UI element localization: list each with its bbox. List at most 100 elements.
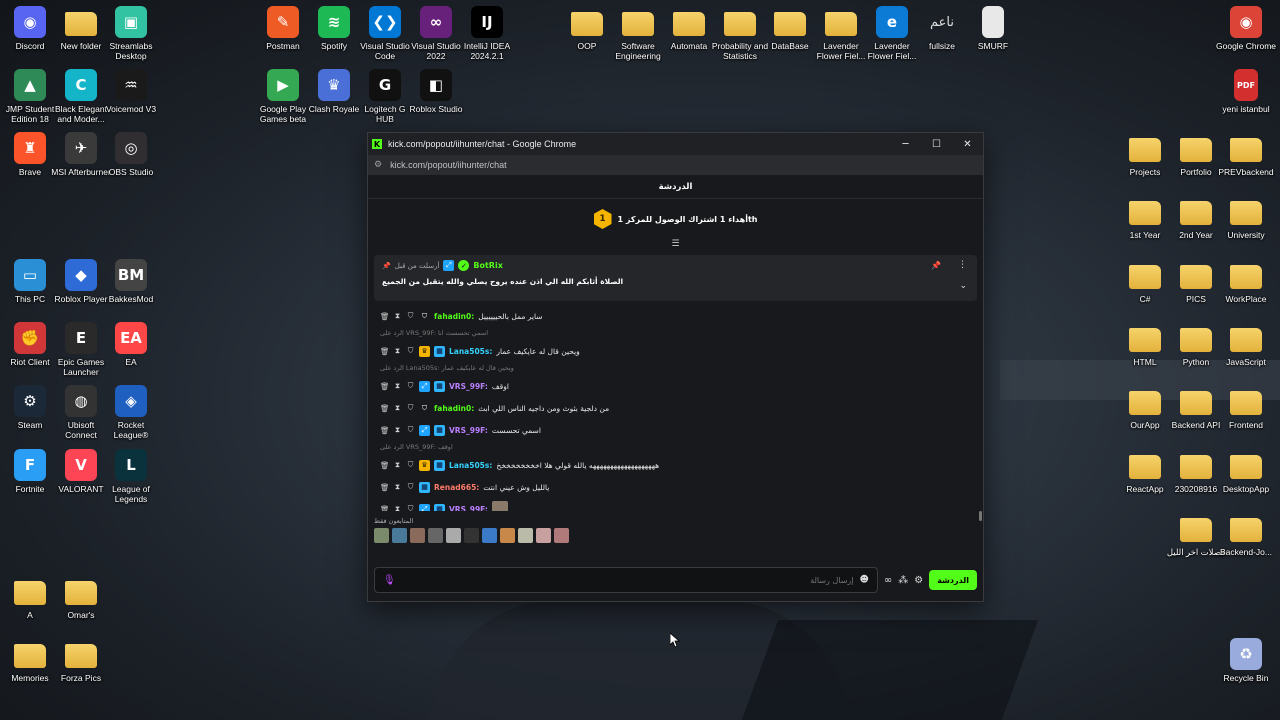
chat-username[interactable]: Lana505s: bbox=[449, 347, 492, 356]
desktop-icon[interactable]: BM BakkesMod bbox=[101, 259, 161, 304]
viewer-avatar[interactable] bbox=[428, 528, 443, 543]
users-icon[interactable]: ⁂ bbox=[898, 575, 908, 586]
desktop-icon[interactable]: University bbox=[1216, 195, 1276, 240]
viewer-avatar[interactable] bbox=[464, 528, 479, 543]
desktop-icon[interactable]: WorkPlace bbox=[1216, 259, 1276, 304]
more-options-icon[interactable]: ⋮ bbox=[958, 260, 967, 270]
ban-shield-icon[interactable]: ⛉ bbox=[406, 504, 415, 511]
chat-message[interactable]: 🗑 ⧗ ⛉ ▦ Renad665: يالليل وش عيني انتت bbox=[380, 476, 983, 498]
delete-icon[interactable]: 🗑 bbox=[380, 347, 390, 356]
desktop-icon[interactable]: ◎ OBS Studio bbox=[101, 132, 161, 177]
desktop-icon[interactable]: ◉ Google Chrome bbox=[1216, 6, 1276, 51]
chat-message[interactable]: 🗑 ⧗ ⛉ ⤢ ▦ VRS_99F: bbox=[380, 498, 983, 511]
viewer-avatar[interactable] bbox=[374, 528, 389, 543]
viewer-avatar[interactable] bbox=[518, 528, 533, 543]
timeout-icon[interactable]: ⧗ bbox=[393, 311, 402, 321]
timeout-icon[interactable]: ⧗ bbox=[393, 460, 402, 470]
filter-icon[interactable]: ☰ bbox=[368, 239, 983, 249]
viewer-avatar[interactable] bbox=[392, 528, 407, 543]
delete-icon[interactable]: 🗑 bbox=[380, 426, 390, 435]
desktop-icon[interactable]: ◈ Rocket League® bbox=[101, 385, 161, 440]
reply-context[interactable]: الرد على VRS_99F: اوقف bbox=[380, 441, 983, 454]
chat-username[interactable]: VRS_99F: bbox=[449, 426, 488, 435]
chat-input-box[interactable]: 🎙 ☻ bbox=[374, 567, 878, 593]
settings-gear-icon[interactable]: ⚙ bbox=[914, 575, 923, 586]
ban-shield-icon[interactable]: ⛉ bbox=[406, 460, 415, 470]
chrome-popup-window[interactable]: K kick.com/popout/iihunter/chat - Google… bbox=[367, 132, 984, 602]
chat-message[interactable]: 🗑 ⧗ ⛉ ⤢ ▦ VRS_99F: اسمي تحسست bbox=[380, 419, 983, 441]
chat-input[interactable] bbox=[401, 575, 854, 585]
delete-icon[interactable]: 🗑 bbox=[380, 505, 390, 512]
desktop-icon[interactable]: EA EA bbox=[101, 322, 161, 367]
viewer-avatar[interactable] bbox=[410, 528, 425, 543]
desktop-icon[interactable]: Omar's bbox=[51, 575, 111, 620]
chat-messages[interactable]: 🗑 ⧗ ⛉ ⛉ fahadin0: ساير ممل بالحييييييل الرد عل… bbox=[368, 305, 983, 511]
chat-message[interactable]: 🗑 ⧗ ⛉ ⛉ fahadin0: ساير ممل بالحييييييل bbox=[380, 305, 983, 327]
chat-message[interactable]: 🗑 ⧗ ⛉ ⛉ fahadin0: من دلجية بثوث ومن داجيه الن… bbox=[380, 397, 983, 419]
timeout-icon[interactable]: ⧗ bbox=[393, 403, 402, 413]
ban-shield-icon[interactable]: ⛉ bbox=[406, 425, 415, 435]
infinity-icon[interactable]: ∞ bbox=[884, 575, 892, 586]
desktop-icon[interactable]: ♻ Recycle Bin bbox=[1216, 638, 1276, 683]
close-button[interactable]: ✕ bbox=[952, 139, 983, 150]
timeout-icon[interactable]: ⧗ bbox=[393, 425, 402, 435]
delete-icon[interactable]: 🗑 bbox=[380, 382, 390, 391]
desktop-icon[interactable]: SMURF bbox=[963, 6, 1023, 51]
url-text[interactable]: kick.com/popout/iihunter/chat bbox=[390, 160, 507, 170]
pinned-message[interactable]: 📌 أرسلت من قبل ⤢ ✓ BotRix الصلاة أثابكم … bbox=[374, 255, 977, 301]
desktop-icon[interactable]: Backend-Jo... bbox=[1216, 512, 1276, 557]
viewer-avatar[interactable] bbox=[536, 528, 551, 543]
ban-shield-icon[interactable]: ⛉ bbox=[406, 381, 415, 391]
reply-context[interactable]: الرد على Lana505s: ويحين قال له عايكيف ع… bbox=[380, 362, 983, 375]
chat-username[interactable]: fahadin0: bbox=[434, 312, 474, 321]
pinned-author[interactable]: BotRix bbox=[473, 261, 502, 270]
minimize-button[interactable]: ─ bbox=[890, 139, 921, 150]
address-bar[interactable]: ⚙ kick.com/popout/iihunter/chat bbox=[368, 155, 983, 175]
desktop-icon[interactable]: DesktopApp bbox=[1216, 449, 1276, 494]
desktop-icon[interactable]: ▣ Streamlabs Desktop bbox=[101, 6, 161, 61]
desktop-icon[interactable]: ◧ Roblox Studio bbox=[406, 69, 466, 114]
desktop-icon[interactable]: Forza Pics bbox=[51, 638, 111, 683]
chevron-down-icon[interactable]: ⌄ bbox=[959, 281, 967, 291]
viewer-avatar[interactable] bbox=[482, 528, 497, 543]
viewer-avatar[interactable] bbox=[500, 528, 515, 543]
desktop-icon[interactable]: IJ IntelliJ IDEA 2024.2.1 bbox=[457, 6, 517, 61]
chat-username[interactable]: fahadin0: bbox=[434, 404, 474, 413]
chat-message[interactable]: 🗑 ⧗ ⛉ ♛ ▦ Lana505s: هههههههههههههههههههه يالله… bbox=[380, 454, 983, 476]
chat-message[interactable]: 🗑 ⧗ ⛉ ⤢ ▦ VRS_99F: اوقف bbox=[380, 375, 983, 397]
timeout-icon[interactable]: ⧗ bbox=[393, 482, 402, 492]
gift-banner[interactable]: 1 أهداء 1 اشتراك الوصول للمركز 1th bbox=[368, 199, 983, 239]
desktop-icon[interactable]: PDF yeni istanbul bbox=[1216, 69, 1276, 114]
desktop-icon[interactable]: PREVbackend bbox=[1216, 132, 1276, 177]
emoji-icon[interactable]: ☻ bbox=[860, 575, 869, 585]
chat-username[interactable]: VRS_99F: bbox=[449, 505, 488, 512]
delete-icon[interactable]: 🗑 bbox=[380, 404, 390, 413]
ban-shield-icon[interactable]: ⛉ bbox=[406, 346, 415, 356]
reply-context[interactable]: الرد على VRS_99F: اسمي تحسست انا bbox=[380, 327, 983, 340]
ban-shield-icon[interactable]: ⛉ bbox=[406, 403, 415, 413]
scrollbar[interactable] bbox=[979, 511, 982, 521]
timeout-icon[interactable]: ⧗ bbox=[393, 504, 402, 511]
window-titlebar[interactable]: K kick.com/popout/iihunter/chat - Google… bbox=[368, 133, 983, 155]
ban-shield-icon[interactable]: ⛉ bbox=[406, 311, 415, 321]
ban-shield-icon[interactable]: ⛉ bbox=[406, 482, 415, 492]
site-info-icon[interactable]: ⚙ bbox=[374, 160, 382, 170]
timeout-icon[interactable]: ⧗ bbox=[393, 381, 402, 391]
microphone-icon[interactable]: 🎙 bbox=[383, 575, 396, 586]
unpin-icon[interactable]: 📌 bbox=[931, 261, 941, 270]
desktop-icon[interactable]: JavaScript bbox=[1216, 322, 1276, 367]
send-chat-button[interactable]: الدردشة bbox=[929, 570, 977, 590]
desktop-icon[interactable]: Frontend bbox=[1216, 385, 1276, 430]
chat-username[interactable]: Lana505s: bbox=[449, 461, 492, 470]
timeout-icon[interactable]: ⧗ bbox=[393, 346, 402, 356]
delete-icon[interactable]: 🗑 bbox=[380, 461, 390, 470]
chat-username[interactable]: VRS_99F: bbox=[449, 382, 488, 391]
viewer-avatar[interactable] bbox=[446, 528, 461, 543]
desktop-icon[interactable]: L League of Legends bbox=[101, 449, 161, 504]
chat-message[interactable]: 🗑 ⧗ ⛉ ♛ ▦ Lana505s: ويحين قال له عايكيف عمار bbox=[380, 340, 983, 362]
maximize-button[interactable]: ☐ bbox=[921, 139, 952, 150]
desktop-icon[interactable]: ♒ Voicemod V3 bbox=[101, 69, 161, 114]
delete-icon[interactable]: 🗑 bbox=[380, 312, 390, 321]
viewer-avatar[interactable] bbox=[554, 528, 569, 543]
chat-username[interactable]: Renad665: bbox=[434, 483, 479, 492]
